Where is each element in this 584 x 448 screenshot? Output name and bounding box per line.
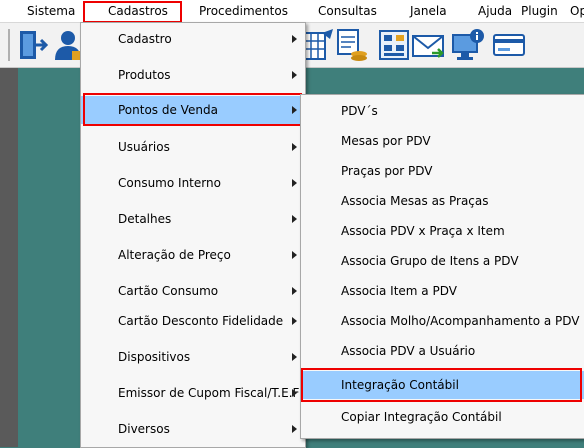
menu-item-alteracao-de-preco[interactable]: Alteração de Preço: [81, 241, 305, 269]
notes-coins-icon[interactable]: [333, 27, 369, 63]
submenu-item-associa-grupo-itens[interactable]: Associa Grupo de Itens a PDV: [301, 247, 584, 275]
menu-item-label: Cartão Consumo: [118, 284, 219, 298]
chevron-right-icon: [292, 179, 297, 187]
computer-info-icon[interactable]: [450, 27, 486, 63]
menu-item-emissor-de-cupom[interactable]: Emissor de Cupom Fiscal/T.E.F: [81, 379, 305, 407]
menu-item-cartao-consumo[interactable]: Cartão Consumo: [81, 277, 305, 305]
cadastros-dropdown: Cadastro Produtos Pontos de Venda Usuári…: [80, 22, 306, 448]
menu-item-pontos-de-venda[interactable]: Pontos de Venda: [81, 96, 305, 124]
menu-bar: Sistema Cadastros Procedimentos Consulta…: [0, 0, 584, 23]
submenu-item-pdvs[interactable]: PDV´s: [301, 97, 584, 125]
chevron-right-icon: [292, 35, 297, 43]
chevron-right-icon: [292, 353, 297, 361]
menu-item-usuarios[interactable]: Usuários: [81, 133, 305, 161]
mail-envelope-icon[interactable]: [410, 27, 446, 63]
chevron-right-icon: [292, 425, 297, 433]
exit-door-icon[interactable]: [14, 27, 50, 63]
calculator-grid-icon[interactable]: [376, 27, 412, 63]
submenu-item-associa-mesas-pracas[interactable]: Associa Mesas as Praças: [301, 187, 584, 215]
menu-item-cadastro[interactable]: Cadastro: [81, 25, 305, 53]
credit-card-icon[interactable]: [491, 27, 527, 63]
menu-item-label: Usuários: [118, 140, 170, 154]
menu-ajuda[interactable]: Ajuda: [478, 4, 512, 18]
submenu-item-associa-item-pdv[interactable]: Associa Item a PDV: [301, 277, 584, 305]
menu-item-label: Alteração de Preço: [118, 248, 231, 262]
menu-item-diversos[interactable]: Diversos: [81, 415, 305, 443]
menu-item-dispositivos[interactable]: Dispositivos: [81, 343, 305, 371]
toolbar-grip: [8, 29, 10, 61]
submenu-item-associa-molho[interactable]: Associa Molho/Acompanhamento a PDV: [301, 307, 584, 335]
chevron-right-icon: [292, 251, 297, 259]
menu-item-detalhes[interactable]: Detalhes: [81, 205, 305, 233]
menu-item-label: Dispositivos: [118, 350, 191, 364]
chevron-right-icon: [292, 71, 297, 79]
chevron-right-icon: [292, 287, 297, 295]
menu-item-consumo-interno[interactable]: Consumo Interno: [81, 169, 305, 197]
menu-cadastros[interactable]: Cadastros: [108, 4, 168, 18]
chevron-right-icon: [292, 389, 297, 397]
submenu-item-mesas-por-pdv[interactable]: Mesas por PDV: [301, 127, 584, 155]
menu-separator: [305, 369, 581, 370]
menu-procedimentos[interactable]: Procedimentos: [199, 4, 288, 18]
menu-item-label: Detalhes: [118, 212, 172, 226]
chevron-right-icon: [292, 106, 297, 114]
submenu-item-copiar-integracao-contabil[interactable]: Copiar Integração Contábil: [301, 403, 584, 431]
menu-item-label: Pontos de Venda: [118, 103, 218, 117]
chevron-right-icon: [292, 215, 297, 223]
submenu-item-pracas-por-pdv[interactable]: Praças por PDV: [301, 157, 584, 185]
submenu-item-associa-pdv-usuario[interactable]: Associa PDV a Usuário: [301, 337, 584, 365]
menu-item-label: Cartão Desconto Fidelidade: [118, 314, 284, 328]
menu-item-produtos[interactable]: Produtos: [81, 61, 305, 89]
menu-opcoes[interactable]: Op: [570, 4, 584, 18]
submenu-item-integracao-contabil[interactable]: Integração Contábil: [301, 371, 584, 399]
menu-sistema[interactable]: Sistema: [27, 4, 75, 18]
menu-item-label: Diversos: [118, 422, 170, 436]
chevron-right-icon: [292, 317, 297, 325]
menu-item-label: Produtos: [118, 68, 171, 82]
menu-consultas[interactable]: Consultas: [318, 4, 377, 18]
menu-plugin[interactable]: Plugin: [521, 4, 558, 18]
menu-item-label: Consumo Interno: [118, 176, 221, 190]
left-panel-edge: [0, 68, 18, 447]
menu-item-label: Emissor de Cupom Fiscal/T.E.F: [118, 386, 300, 400]
menu-janela[interactable]: Janela: [410, 4, 447, 18]
submenu-item-associa-pdv-praca-item[interactable]: Associa PDV x Praça x Item: [301, 217, 584, 245]
pontos-de-venda-submenu: PDV´s Mesas por PDV Praças por PDV Assoc…: [300, 94, 584, 439]
chevron-right-icon: [292, 143, 297, 151]
menu-item-label: Cadastro: [118, 32, 172, 46]
menu-item-cartao-desconto-fidelidade[interactable]: Cartão Desconto Fidelidade: [81, 307, 305, 335]
